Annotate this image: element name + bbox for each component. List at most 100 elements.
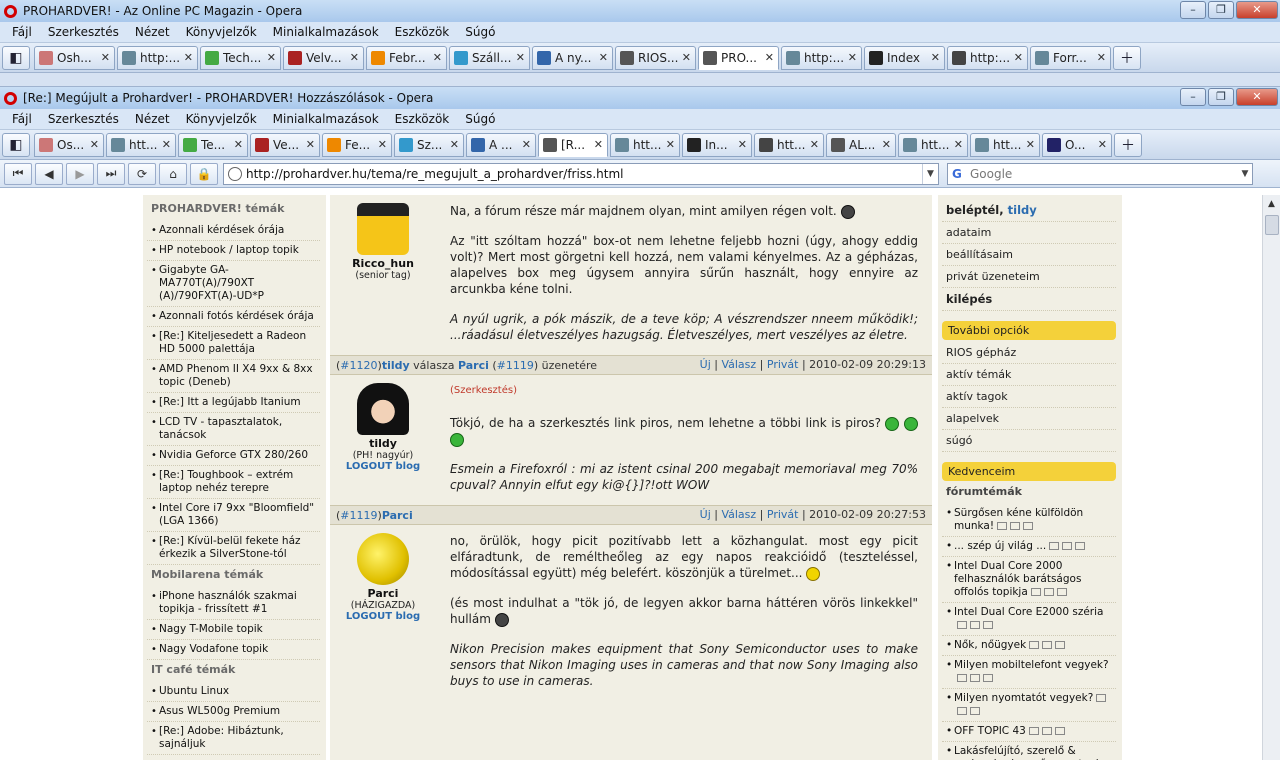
tab-close-icon[interactable]: ✕ <box>90 138 99 151</box>
post-author-name[interactable]: tildy <box>330 437 436 450</box>
scroll-up-icon[interactable]: ▲ <box>1263 195 1280 213</box>
tab-close-icon[interactable]: ✕ <box>848 51 857 64</box>
tab-close-icon[interactable]: ✕ <box>306 138 315 151</box>
tab-close-icon[interactable]: ✕ <box>522 138 531 151</box>
url-dropdown-icon[interactable]: ▼ <box>922 163 938 184</box>
menu-help[interactable]: Súgó <box>457 112 503 126</box>
tab-13[interactable]: htt... ✕ <box>970 132 1040 157</box>
tab-close-icon[interactable]: ✕ <box>162 138 171 151</box>
forum-topic-link[interactable]: Milyen mobiltelefont vegyek? <box>942 656 1116 689</box>
post-author-name[interactable]: Parci <box>330 587 436 600</box>
maximize-button[interactable]: ❐ <box>1208 88 1234 106</box>
sidebar-topic-link[interactable]: [Re:] Adobe: Hibáztunk, sajnáljuk <box>147 722 320 755</box>
user-menu-link[interactable]: adataim <box>942 222 1116 244</box>
reload-button[interactable]: ⟳ <box>128 162 156 185</box>
tab-5[interactable]: Száll... ✕ <box>449 45 530 70</box>
panel-toggle-button[interactable]: ◧ <box>2 132 30 157</box>
reply-link[interactable]: Válasz <box>721 508 756 521</box>
menu-help[interactable]: Súgó <box>457 25 503 39</box>
menu-edit[interactable]: Szerkesztés <box>40 25 127 39</box>
tab-close-icon[interactable]: ✕ <box>267 51 276 64</box>
forum-topic-link[interactable]: Sürgősen kéne külföldön munka! <box>942 504 1116 537</box>
tab-6[interactable]: A ny... ✕ <box>532 45 613 70</box>
tab-12[interactable]: htt... ✕ <box>898 132 968 157</box>
tab-2[interactable]: Tech... ✕ <box>200 45 281 70</box>
tab-10[interactable]: htt... ✕ <box>754 132 824 157</box>
sidebar-topic-link[interactable]: Nagy T-Mobile topik <box>147 620 320 640</box>
reply-to-number-link[interactable]: #1119 <box>497 359 534 372</box>
reply-to-link[interactable]: Parci <box>458 359 489 372</box>
tab-close-icon[interactable]: ✕ <box>516 51 525 64</box>
menu-widgets[interactable]: Minialkalmazások <box>265 25 387 39</box>
rewind-button[interactable]: ⏮ <box>4 162 32 185</box>
post-number-link[interactable]: #1119 <box>340 509 377 522</box>
option-link[interactable]: alapelvek <box>942 408 1116 430</box>
sidebar-topic-link[interactable]: [Re:] Kiteljesedett a Radeon HD 5000 pal… <box>147 327 320 360</box>
new-tab-button[interactable]: ＋ <box>1114 132 1142 157</box>
tab-7[interactable]: [R... ✕ <box>538 132 608 157</box>
tab-5[interactable]: Sz... ✕ <box>394 132 464 157</box>
tab-close-icon[interactable]: ✕ <box>450 138 459 151</box>
tab-9[interactable]: In... ✕ <box>682 132 752 157</box>
sidebar-topic-link[interactable]: Asus WL500g Premium <box>147 702 320 722</box>
tab-8[interactable]: PRO... ✕ <box>698 45 779 70</box>
tab-7[interactable]: RIOS... ✕ <box>615 45 696 70</box>
tab-close-icon[interactable]: ✕ <box>1097 51 1106 64</box>
forum-topic-link[interactable]: Nők, nőügyek <box>942 636 1116 656</box>
new-link[interactable]: Új <box>700 508 711 521</box>
post-author-link[interactable]: tildy <box>382 359 410 372</box>
tab-close-icon[interactable]: ✕ <box>1026 138 1035 151</box>
tab-8[interactable]: htt... ✕ <box>610 132 680 157</box>
sidebar-topic-link[interactable]: Nagy Vodafone topik <box>147 640 320 660</box>
tab-10[interactable]: Index ✕ <box>864 45 945 70</box>
author-links[interactable]: LOGOUT blog <box>330 461 436 472</box>
search-field[interactable]: G Google ▼ <box>947 162 1253 185</box>
logout-link[interactable]: kilépés <box>942 288 1116 311</box>
tab-close-icon[interactable]: ✕ <box>184 51 193 64</box>
option-link[interactable]: RIOS gépház <box>942 342 1116 364</box>
author-links[interactable]: LOGOUT blog <box>330 611 436 622</box>
favorites-header[interactable]: Kedvenceim <box>942 462 1116 481</box>
minimize-button[interactable]: – <box>1180 1 1206 19</box>
tab-11[interactable]: AL... ✕ <box>826 132 896 157</box>
tab-0[interactable]: Osh... ✕ <box>34 45 115 70</box>
tab-12[interactable]: Forr... ✕ <box>1030 45 1111 70</box>
forum-topic-link[interactable]: Intel Dual Core E2000 széria <box>942 603 1116 636</box>
menu-edit[interactable]: Szerkesztés <box>40 112 127 126</box>
option-link[interactable]: súgó <box>942 430 1116 452</box>
tab-close-icon[interactable]: ✕ <box>234 138 243 151</box>
reply-link[interactable]: Válasz <box>721 358 756 371</box>
tab-close-icon[interactable]: ✕ <box>594 138 603 151</box>
tab-6[interactable]: A ... ✕ <box>466 132 536 157</box>
close-button[interactable]: ✕ <box>1236 88 1278 106</box>
tab-close-icon[interactable]: ✕ <box>599 51 608 64</box>
tab-close-icon[interactable]: ✕ <box>666 138 675 151</box>
tab-close-icon[interactable]: ✕ <box>350 51 359 64</box>
new-link[interactable]: Új <box>700 358 711 371</box>
forum-topic-link[interactable]: Milyen nyomtatót vegyek? <box>942 689 1116 722</box>
menu-view[interactable]: Nézet <box>127 25 178 39</box>
tab-close-icon[interactable]: ✕ <box>1014 51 1023 64</box>
vertical-scrollbar[interactable]: ▲ <box>1262 195 1280 760</box>
more-options-header[interactable]: További opciók <box>942 321 1116 340</box>
tab-close-icon[interactable]: ✕ <box>101 51 110 64</box>
avatar[interactable] <box>357 203 409 255</box>
close-button[interactable]: ✕ <box>1236 1 1278 19</box>
sidebar-topic-link[interactable]: HP notebook / laptop topik <box>147 241 320 261</box>
tab-4[interactable]: Febr... ✕ <box>366 45 447 70</box>
tab-close-icon[interactable]: ✕ <box>931 51 940 64</box>
tab-close-icon[interactable]: ✕ <box>810 138 819 151</box>
forum-topic-link[interactable]: OFF TOPIC 43 <box>942 722 1116 742</box>
menu-file[interactable]: Fájl <box>4 25 40 39</box>
menu-file[interactable]: Fájl <box>4 112 40 126</box>
user-menu-link[interactable]: privát üzeneteim <box>942 266 1116 288</box>
sidebar-topic-link[interactable]: Azonnali fotós kérdések órája <box>147 307 320 327</box>
menu-view[interactable]: Nézet <box>127 112 178 126</box>
post-author-link[interactable]: Parci <box>382 509 413 522</box>
minimize-button[interactable]: – <box>1180 88 1206 106</box>
tab-3[interactable]: Velv... ✕ <box>283 45 364 70</box>
search-dropdown-icon[interactable]: ▼ <box>1238 164 1252 184</box>
post-author-name[interactable]: Ricco_hun <box>330 257 436 270</box>
tab-4[interactable]: Fe... ✕ <box>322 132 392 157</box>
tab-close-icon[interactable]: ✕ <box>738 138 747 151</box>
